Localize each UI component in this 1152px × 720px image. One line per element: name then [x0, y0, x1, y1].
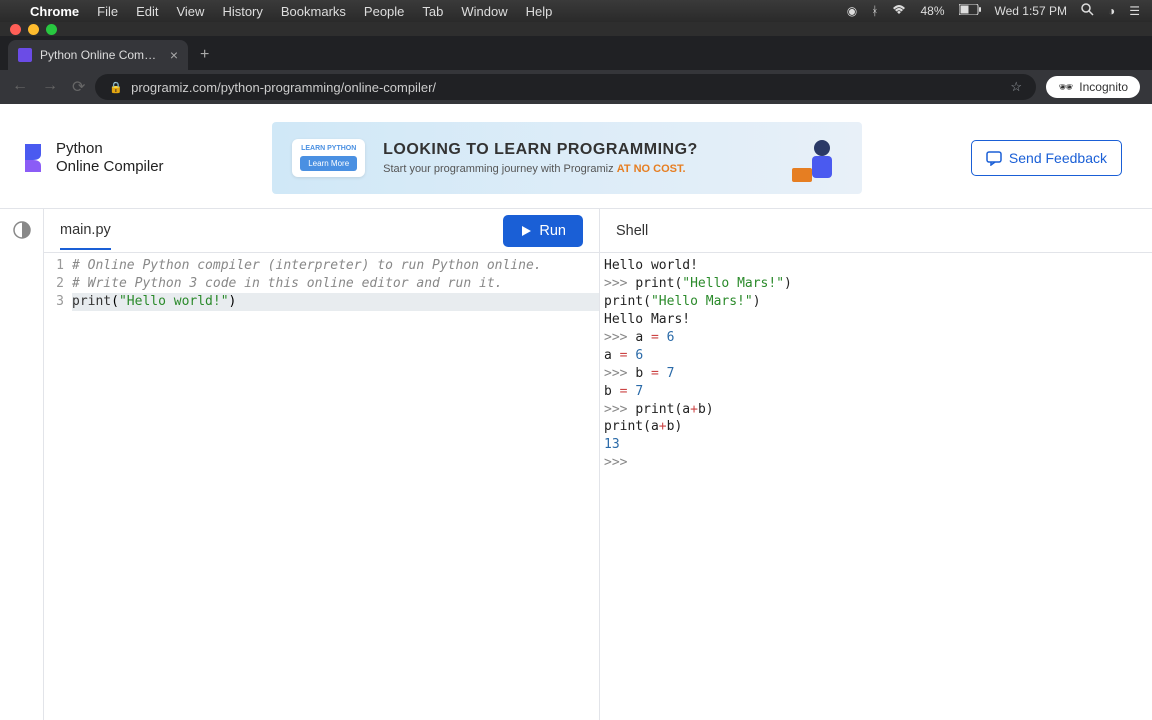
send-feedback-button[interactable]: Send Feedback — [971, 140, 1122, 176]
shell-line: Hello Mars! — [604, 311, 1148, 329]
battery-percent: 48% — [920, 4, 944, 18]
code-line[interactable]: # Online Python compiler (interpreter) t… — [72, 257, 599, 275]
run-label: Run — [539, 223, 566, 239]
shell-line: >>> b = 7 — [604, 365, 1148, 383]
battery-icon — [959, 4, 981, 18]
shell-line: >>> print(a+b) — [604, 401, 1148, 419]
shell-line: 13 — [604, 436, 1148, 454]
workspace: main.py Run 123 # Online Python compiler… — [0, 208, 1152, 720]
browser-toolbar: ← → ⟳ 🔒 programiz.com/python-programming… — [0, 70, 1152, 104]
menu-people[interactable]: People — [364, 4, 404, 19]
lock-icon: 🔒 — [109, 81, 123, 94]
code-line[interactable]: # Write Python 3 code in this online edi… — [72, 275, 599, 293]
editor-pane: main.py Run 123 # Online Python compiler… — [44, 209, 600, 720]
menu-window[interactable]: Window — [461, 4, 507, 19]
bluetooth-icon[interactable]: ᚼ — [871, 4, 878, 18]
datetime[interactable]: Wed 1:57 PM — [995, 4, 1067, 18]
page-header: Python Online Compiler LEARN PYTHON Lear… — [0, 104, 1152, 208]
window-traffic-lights — [0, 22, 1152, 36]
shell-line: >>> a = 6 — [604, 329, 1148, 347]
shell-output[interactable]: Hello world!>>> print("Hello Mars!")prin… — [600, 253, 1152, 720]
promo-illustration-icon — [782, 128, 842, 188]
notification-center-icon[interactable]: ☰ — [1129, 4, 1140, 18]
side-rail — [0, 209, 44, 720]
tab-title: Python Online Compiler (Interp — [40, 48, 162, 62]
shell-line: b = 7 — [604, 383, 1148, 401]
shell-line: a = 6 — [604, 347, 1148, 365]
app-name[interactable]: Chrome — [30, 4, 79, 19]
close-window-button[interactable] — [10, 24, 21, 35]
screen-record-icon[interactable]: ◉ — [847, 4, 857, 18]
line-gutter: 123 — [44, 257, 72, 720]
maximize-window-button[interactable] — [46, 24, 57, 35]
wifi-icon[interactable] — [892, 4, 906, 18]
run-button[interactable]: Run — [503, 215, 583, 247]
new-tab-button[interactable]: + — [188, 40, 221, 70]
incognito-icon: 🕶 — [1058, 80, 1073, 94]
feedback-label: Send Feedback — [1009, 150, 1107, 166]
shell-line: print("Hello Mars!") — [604, 293, 1148, 311]
forward-button[interactable]: → — [42, 77, 58, 97]
incognito-badge[interactable]: 🕶 Incognito — [1046, 76, 1140, 98]
minimize-window-button[interactable] — [28, 24, 39, 35]
shell-line: >>> print("Hello Mars!") — [604, 275, 1148, 293]
menu-tab[interactable]: Tab — [422, 4, 443, 19]
address-bar[interactable]: 🔒 programiz.com/python-programming/onlin… — [95, 74, 1036, 100]
menu-history[interactable]: History — [222, 4, 262, 19]
editor-header: main.py Run — [44, 209, 599, 253]
promo-banner[interactable]: LEARN PYTHON Learn More LOOKING TO LEARN… — [272, 122, 862, 194]
incognito-label: Incognito — [1079, 80, 1128, 94]
shell-header: Shell — [600, 209, 1152, 253]
editor-filename-tab[interactable]: main.py — [60, 212, 111, 250]
logo-icon — [20, 142, 46, 174]
menu-help[interactable]: Help — [526, 4, 553, 19]
promo-headline: LOOKING TO LEARN PROGRAMMING? — [383, 141, 764, 159]
shell-line: >>> — [604, 454, 1148, 472]
favicon-icon — [18, 48, 32, 62]
chat-icon — [986, 150, 1002, 166]
menu-view[interactable]: View — [176, 4, 204, 19]
back-button[interactable]: ← — [12, 77, 28, 97]
code-editor[interactable]: 123 # Online Python compiler (interprete… — [44, 253, 599, 720]
shell-pane: Shell Hello world!>>> print("Hello Mars!… — [600, 209, 1152, 720]
macos-menubar: Chrome File Edit View History Bookmarks … — [0, 0, 1152, 22]
promo-badge-label: LEARN PYTHON — [301, 145, 356, 152]
browser-tab[interactable]: Python Online Compiler (Interp × — [8, 40, 188, 70]
siri-icon[interactable]: ◑ — [1108, 4, 1115, 18]
bookmark-star-icon[interactable]: ☆ — [1010, 79, 1022, 95]
theme-toggle-icon[interactable] — [11, 219, 33, 241]
site-logo[interactable]: Python Online Compiler — [20, 140, 164, 176]
reload-button[interactable]: ⟳ — [72, 77, 85, 97]
shell-line: Hello world! — [604, 257, 1148, 275]
close-tab-icon[interactable]: × — [170, 47, 178, 63]
page-content: Python Online Compiler LEARN PYTHON Lear… — [0, 104, 1152, 720]
promo-badge: LEARN PYTHON Learn More — [292, 139, 365, 177]
shell-title: Shell — [616, 213, 648, 249]
url-text: programiz.com/python-programming/online-… — [131, 80, 436, 95]
code-line[interactable]: print("Hello world!") — [72, 293, 599, 311]
shell-line: print(a+b) — [604, 418, 1148, 436]
menu-edit[interactable]: Edit — [136, 4, 158, 19]
spotlight-icon[interactable] — [1081, 3, 1094, 19]
logo-text-line1: Python — [56, 140, 164, 158]
promo-learn-more-button[interactable]: Learn More — [300, 156, 357, 171]
play-icon — [520, 225, 532, 237]
browser-tabbar: Python Online Compiler (Interp × + — [0, 36, 1152, 70]
menu-bookmarks[interactable]: Bookmarks — [281, 4, 346, 19]
logo-text-line2: Online Compiler — [56, 158, 164, 176]
menu-file[interactable]: File — [97, 4, 118, 19]
promo-subtext: Start your programming journey with Prog… — [383, 163, 764, 175]
